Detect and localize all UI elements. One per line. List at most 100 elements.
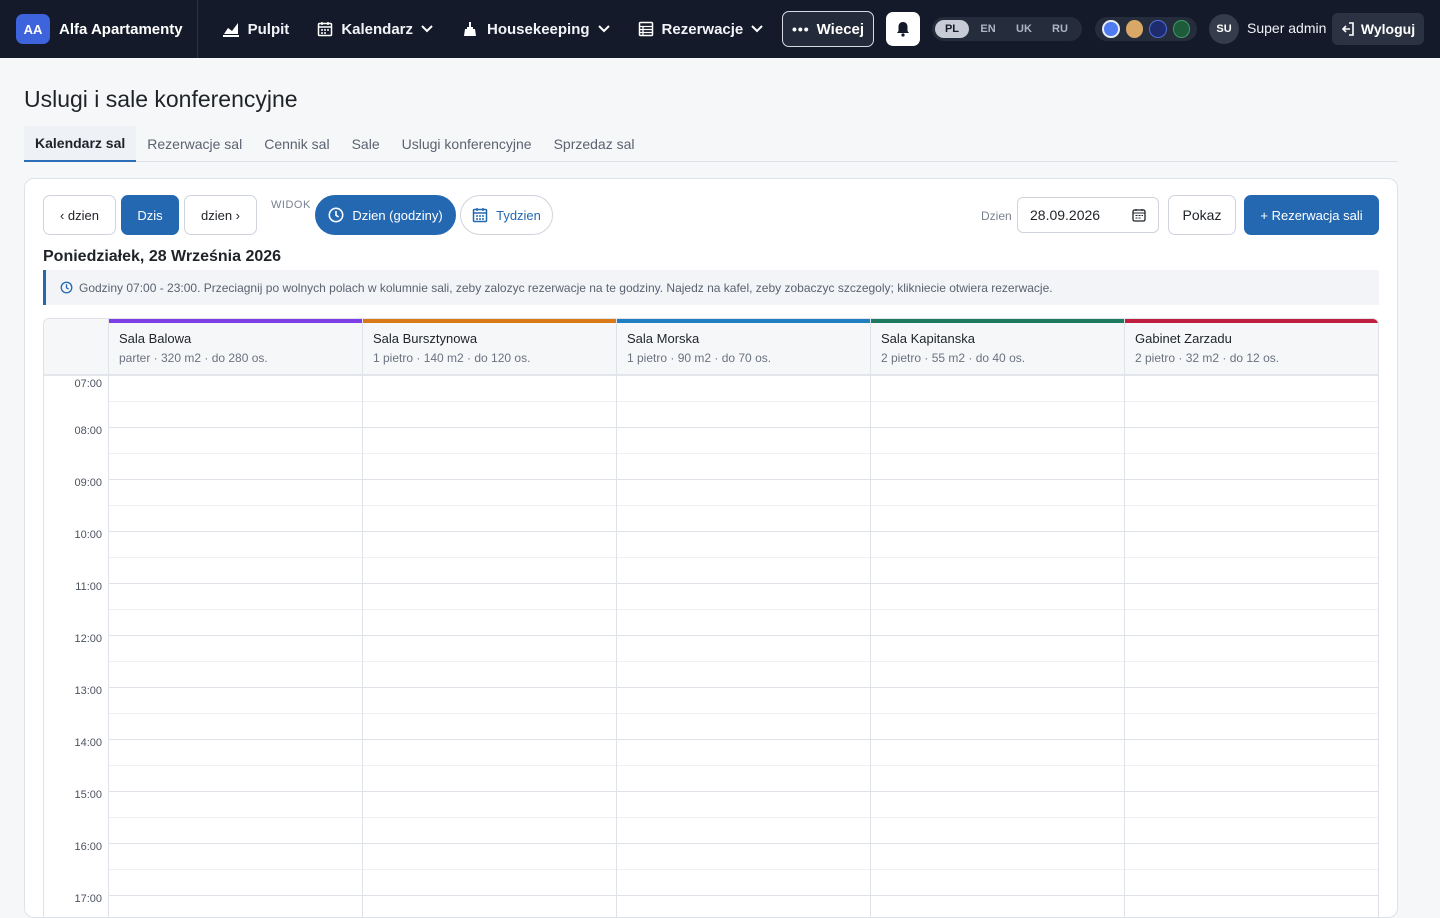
brand[interactable]: AA Alfa Apartamenty [0,0,198,58]
theme-swatch-sand[interactable] [1125,20,1143,38]
room-meta: 2 pietro · 55 m2 · do 40 os. [881,351,1026,365]
theme-swatch-blue[interactable] [1102,20,1120,38]
room-header-sala-morska: Sala Morska 1 pietro · 90 m2 · do 70 os. [616,319,870,375]
calendar-week-icon [472,208,488,223]
hour-label: 17:00 [74,893,102,905]
show-button[interactable]: Pokaz [1168,195,1236,235]
bell-icon [897,22,909,37]
tab-kalendarz-sal[interactable]: Kalendarz sal [24,126,137,162]
clock-icon [328,207,344,223]
half-hour-line [108,869,1378,870]
list-icon [638,21,653,37]
logout-button[interactable]: Wyloguj [1332,13,1424,45]
chevron-down-icon [597,25,610,33]
hour-label: 07:00 [74,378,102,390]
prev-day-button[interactable]: ‹ dzien [43,195,116,235]
lang-en[interactable]: EN [971,20,1005,38]
date-value: 28.09.2026 [1030,207,1101,223]
logout-label: Wyloguj [1360,21,1416,37]
nav-item-housekeeping[interactable]: Housekeeping [447,9,624,49]
hour-label: 08:00 [74,425,102,437]
hour-line [108,895,1378,896]
chevron-down-icon [421,25,433,33]
more-label: Wiecej [816,20,865,38]
main-nav: Pulpit Kalendarz Housekeeping Rezerwacje [208,9,778,49]
room-header-sala-kapitanska: Sala Kapitanska 2 pietro · 55 m2 · do 40… [870,319,1124,375]
hour-label: 09:00 [74,477,102,489]
hour-label: 11:00 [75,581,102,593]
room-name: Sala Morska [627,331,700,346]
column-divider [616,375,617,917]
more-dots-icon: ••• [791,21,810,37]
room-color-bar [109,319,362,323]
date-heading: Poniedziałek, 28 Września 2026 [43,248,282,265]
chevron-down-icon [751,25,763,33]
page-title: Uslugi i sale konferencyjne [24,86,298,112]
hour-line [108,583,1378,584]
brand-name: Alfa Apartamenty [59,20,183,38]
half-hour-line [108,609,1378,610]
hour-line [108,479,1378,480]
half-hour-line [108,765,1378,766]
next-day-button[interactable]: dzien › [184,195,257,235]
top-navbar: AA Alfa Apartamenty Pulpit Kalendarz Hou… [0,0,1440,58]
tab-rezerwacje-sal[interactable]: Rezerwacje sal [136,126,253,162]
column-divider [362,375,363,917]
theme-switcher [1095,17,1197,41]
room-color-bar [1125,319,1378,323]
view-day-button[interactable]: Dzien (godziny) [315,195,456,235]
brand-badge: AA [16,14,50,44]
half-hour-line [108,817,1378,818]
nav-item-label: Kalendarz [341,20,414,38]
tab-cennik-sal[interactable]: Cennik sal [253,126,340,162]
lang-pl[interactable]: PL [935,20,969,38]
chart-icon [222,23,239,37]
half-hour-line [108,401,1378,402]
lang-ru[interactable]: RU [1043,20,1077,38]
nav-item-kalendarz[interactable]: Kalendarz [303,9,447,49]
header-divider [44,374,1378,376]
view-week-button[interactable]: Tydzien [460,195,553,235]
nav-item-rezerwacje[interactable]: Rezerwacje [624,9,778,49]
language-switcher: PL EN UK RU [932,17,1082,41]
column-divider [1124,375,1125,917]
calendar-picker-icon[interactable] [1132,208,1146,222]
room-header-gabinet-zarzadu: Gabinet Zarzadu 2 pietro · 32 m2 · do 12… [1124,319,1378,375]
theme-swatch-green[interactable] [1172,20,1190,38]
lang-uk[interactable]: UK [1007,20,1041,38]
room-color-bar [363,319,616,323]
cleaning-icon [464,22,477,36]
room-calendar-grid[interactable]: Sala Balowa parter · 320 m2 · do 280 os.… [43,318,1379,918]
column-divider [1378,375,1379,918]
half-hour-line [108,713,1378,714]
new-room-reservation-button[interactable]: + Rezerwacja sali [1244,195,1379,235]
tab-sale[interactable]: Sale [341,126,391,162]
view-label: WIDOK [271,199,311,211]
room-meta: 2 pietro · 32 m2 · do 12 os. [1135,351,1280,365]
nav-item-pulpit[interactable]: Pulpit [208,9,304,49]
today-button[interactable]: Dzis [121,195,179,235]
room-name: Sala Balowa [119,331,192,346]
view-week-label: Tydzien [496,207,541,223]
theme-swatch-navy[interactable] [1149,20,1167,38]
avatar[interactable]: SU [1209,14,1239,44]
room-meta: 1 pietro · 90 m2 · do 70 os. [627,351,772,365]
room-color-bar [617,319,870,323]
tab-uslugi-konferencyjne[interactable]: Uslugi konferencyjne [391,126,543,162]
date-input[interactable]: 28.09.2026 [1017,197,1159,233]
room-header-sala-bursztynowa: Sala Bursztynowa 1 pietro · 140 m2 · do … [362,319,616,375]
hour-line [108,687,1378,688]
clock-icon [60,281,73,294]
notifications-button[interactable] [886,12,920,46]
room-header-sala-balowa: Sala Balowa parter · 320 m2 · do 280 os. [108,319,362,375]
more-button[interactable]: ••• Wiecej [782,11,874,47]
nav-item-label: Rezerwacje [661,20,744,38]
room-name: Sala Bursztynowa [373,331,478,346]
half-hour-line [108,661,1378,662]
calendar-card: ‹ dzien Dzis dzien › WIDOK Dzien (godzin… [24,178,1398,918]
room-meta: 1 pietro · 140 m2 · do 120 os. [373,351,531,365]
column-divider [870,375,871,917]
tab-sprzedaz-sal[interactable]: Sprzedaz sal [543,126,646,162]
info-bar: Godziny 07:00 - 23:00. Przeciagnij po wo… [43,270,1379,305]
hour-line [108,635,1378,636]
